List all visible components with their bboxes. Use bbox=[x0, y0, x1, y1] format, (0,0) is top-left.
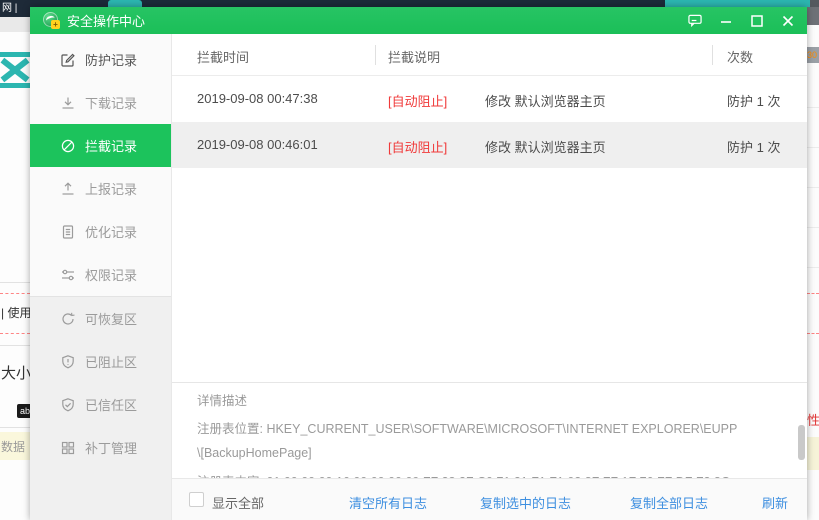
table-header: 拦截时间 拦截说明 次数 bbox=[172, 34, 807, 76]
sidebar-item-report-log[interactable]: 上报记录 bbox=[30, 167, 171, 210]
download-icon bbox=[60, 95, 76, 111]
sidebar-item-label: 已阻止区 bbox=[85, 355, 138, 370]
close-button[interactable] bbox=[781, 14, 795, 28]
table-row[interactable]: 2019-09-08 00:47:38 [自动阻止] 修改 默认浏览器主页 防护… bbox=[172, 76, 807, 122]
cell-desc: 修改 默认浏览器主页 bbox=[485, 94, 606, 109]
background-red-char: 性 bbox=[807, 413, 819, 426]
background-page-right-strip: 30 性 bbox=[807, 7, 819, 520]
sidebar-item-optimize-log[interactable]: 优化记录 bbox=[30, 210, 171, 253]
detail-registry-content: 注册表内容: 01 00 00 00 16 00 00 00 09 FF 38 … bbox=[197, 471, 730, 478]
cell-action-tag: [自动阻止] bbox=[388, 140, 448, 155]
table-row-selected[interactable]: 2019-09-08 00:46:01 [自动阻止] 修改 默认浏览器主页 防护… bbox=[172, 122, 807, 168]
restore-refresh-icon bbox=[60, 311, 76, 327]
titlebar[interactable]: + 安全操作中心 bbox=[30, 7, 807, 34]
background-highlight-row bbox=[807, 437, 819, 470]
app-logo-icon: + bbox=[43, 12, 60, 29]
sidebar-item-trusted-zone[interactable]: 已信任区 bbox=[30, 383, 171, 426]
sidebar-item-label: 防护记录 bbox=[85, 53, 138, 68]
background-red-dashed-line bbox=[807, 293, 819, 294]
sidebar-item-protection-log[interactable]: 防护记录 bbox=[30, 38, 171, 81]
optimize-list-icon bbox=[60, 224, 76, 240]
block-icon bbox=[60, 138, 76, 154]
sidebar-item-label: 下载记录 bbox=[85, 96, 138, 111]
background-count-badge: 30 bbox=[807, 47, 819, 63]
clear-all-logs-link[interactable]: 清空所有日志 bbox=[349, 493, 427, 512]
sidebar-item-recoverable-zone[interactable]: 可恢复区 bbox=[30, 297, 171, 340]
background-red-dashed-line bbox=[0, 293, 30, 294]
background-x-logo bbox=[0, 52, 30, 88]
patch-grid-icon bbox=[60, 440, 76, 456]
column-divider bbox=[712, 45, 713, 65]
feedback-icon[interactable] bbox=[688, 14, 702, 28]
background-red-dashed-line bbox=[0, 333, 30, 334]
sidebar-item-label: 拦截记录 bbox=[85, 139, 138, 154]
background-dark-block bbox=[807, 7, 819, 25]
sidebar-item-patch-manage[interactable]: 补丁管理 bbox=[30, 426, 171, 469]
detail-registry-key: \[BackupHomePage] bbox=[197, 446, 312, 460]
window-title: 安全操作中心 bbox=[67, 14, 146, 29]
permission-sliders-icon bbox=[60, 267, 76, 283]
sidebar-item-label: 已信任区 bbox=[85, 398, 138, 413]
column-header-desc: 拦截说明 bbox=[388, 50, 441, 65]
copy-all-logs-link[interactable]: 复制全部日志 bbox=[630, 493, 708, 512]
sidebar-item-label: 优化记录 bbox=[85, 225, 138, 240]
sidebar-item-label: 补丁管理 bbox=[85, 441, 138, 456]
refresh-link[interactable]: 刷新 bbox=[762, 493, 788, 512]
sidebar-item-blocked-zone[interactable]: 已阻止区 bbox=[30, 340, 171, 383]
sidebar-item-block-log[interactable]: 拦截记录 bbox=[30, 124, 171, 167]
background-toolbar-fragment bbox=[0, 17, 30, 32]
background-data-text: 数据 bbox=[1, 440, 26, 454]
sidebar-item-download-log[interactable]: 下载记录 bbox=[30, 81, 171, 124]
cell-count: 防护 1 次 bbox=[727, 94, 781, 109]
background-red-dashed-line bbox=[807, 333, 819, 334]
detail-title: 详情描述 bbox=[197, 394, 248, 408]
background-corner bbox=[810, 0, 819, 7]
detail-panel: 详情描述 注册表位置: HKEY_CURRENT_USER\SOFTWARE\M… bbox=[172, 382, 807, 478]
background-tab-text: 网 | bbox=[0, 0, 30, 17]
background-browser-tab bbox=[108, 0, 142, 7]
column-divider bbox=[375, 45, 376, 65]
copy-selected-logs-link[interactable]: 复制选中的日志 bbox=[480, 493, 571, 512]
sidebar-zone-group: 可恢复区 已阻止区 已信任区 补丁管理 bbox=[30, 297, 171, 520]
background-size-text: 大小 bbox=[1, 365, 30, 382]
log-panel: 拦截时间 拦截说明 次数 2019-09-08 00:47:38 [自动阻止] … bbox=[172, 34, 807, 520]
detail-registry-location: 注册表位置: HKEY_CURRENT_USER\SOFTWARE\MICROS… bbox=[197, 422, 738, 436]
minimize-button[interactable] bbox=[719, 14, 733, 28]
background-usage-text: | 使用 bbox=[1, 306, 30, 320]
sidebar-item-permission-log[interactable]: 权限记录 bbox=[30, 253, 171, 296]
cell-count: 防护 1 次 bbox=[727, 140, 781, 155]
sidebar: 防护记录 下载记录 拦截记录 上报记录 优化记录 权限记录 可恢复区 已阻止区 … bbox=[30, 34, 172, 520]
maximize-button[interactable] bbox=[750, 14, 764, 28]
show-all-checkbox[interactable] bbox=[189, 492, 204, 507]
show-all-label: 显示全部 bbox=[212, 496, 265, 511]
sidebar-item-label: 可恢复区 bbox=[85, 312, 138, 327]
upload-icon bbox=[60, 181, 76, 197]
sidebar-item-label: 权限记录 bbox=[85, 268, 138, 283]
shield-check-icon bbox=[60, 397, 76, 413]
detail-scrollbar-thumb[interactable] bbox=[798, 425, 805, 460]
cell-time: 2019-09-08 00:46:01 bbox=[197, 137, 318, 152]
security-center-window: + 安全操作中心 防护记录 下载记录 拦截记录 上报记录 优化记录 权限记录 可… bbox=[30, 7, 807, 520]
sidebar-item-label: 上报记录 bbox=[85, 182, 138, 197]
column-header-count: 次数 bbox=[727, 50, 754, 65]
column-header-time: 拦截时间 bbox=[197, 50, 250, 65]
cell-desc: 修改 默认浏览器主页 bbox=[485, 140, 606, 155]
background-page-left-strip: 网 | | 使用 大小 ab 数据 bbox=[0, 0, 33, 520]
cell-action-tag: [自动阻止] bbox=[388, 94, 448, 109]
background-browser-topbar bbox=[0, 0, 819, 7]
cell-time: 2019-09-08 00:47:38 bbox=[197, 91, 318, 106]
background-browser-tab bbox=[665, 0, 810, 7]
footer-bar: 显示全部 清空所有日志 复制选中的日志 复制全部日志 刷新 bbox=[172, 478, 807, 520]
shield-exclaim-icon bbox=[60, 354, 76, 370]
edit-record-icon bbox=[60, 52, 76, 68]
